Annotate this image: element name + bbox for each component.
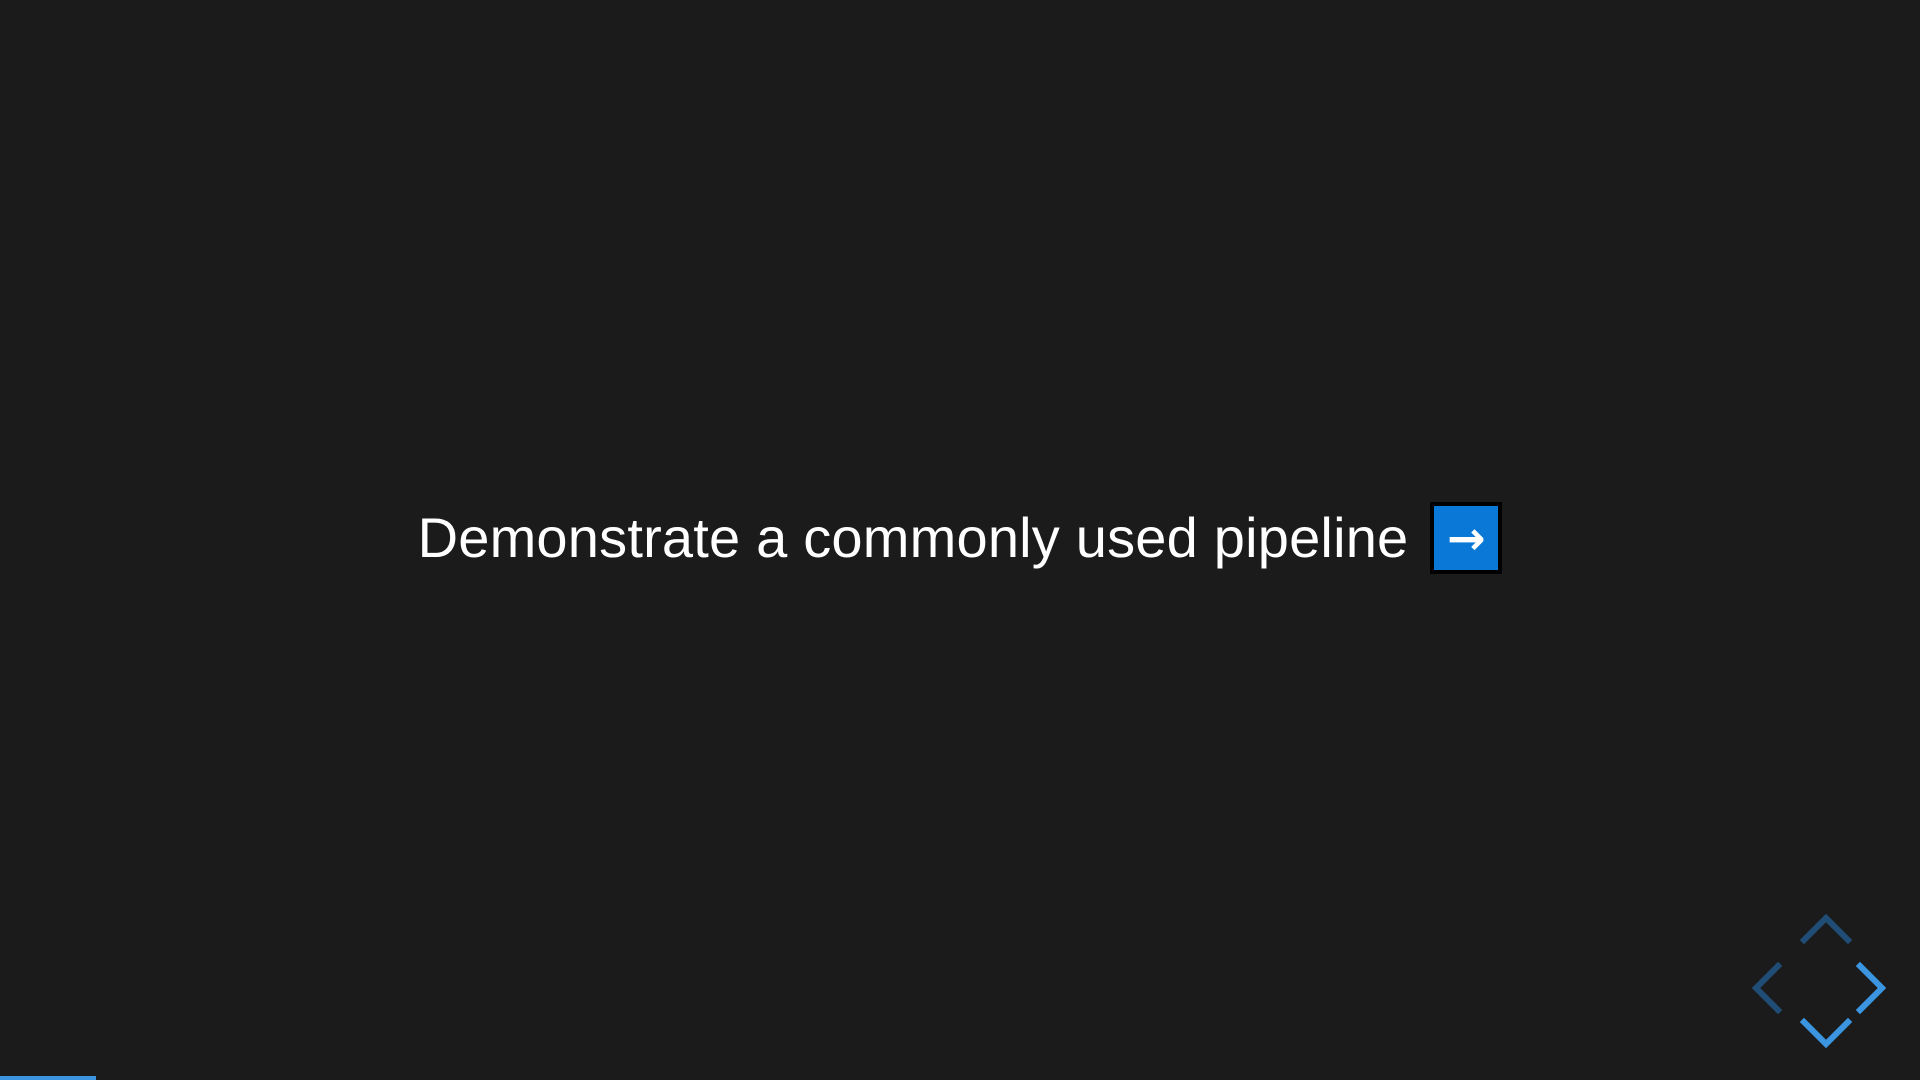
- navigate-down-button[interactable]: [1800, 1018, 1852, 1048]
- chevron-right-icon: [1856, 962, 1886, 1014]
- slide: Demonstrate a commonly used pipeline →: [0, 0, 1920, 1080]
- slide-content: Demonstrate a commonly used pipeline →: [0, 500, 1920, 576]
- progress-bar-fill: [0, 1076, 96, 1080]
- navigation-controls: [1752, 914, 1900, 1062]
- chevron-down-icon: [1800, 1018, 1852, 1048]
- chevron-up-icon: [1800, 914, 1852, 944]
- navigate-left-button[interactable]: [1752, 962, 1782, 1014]
- navigate-right-button[interactable]: [1856, 962, 1886, 1014]
- navigate-up-button[interactable]: [1800, 914, 1852, 944]
- right-arrow-emoji-icon: →: [1430, 502, 1503, 574]
- slide-headline: Demonstrate a commonly used pipeline: [417, 506, 1409, 569]
- progress-bar: [0, 1076, 1920, 1080]
- chevron-left-icon: [1752, 962, 1782, 1014]
